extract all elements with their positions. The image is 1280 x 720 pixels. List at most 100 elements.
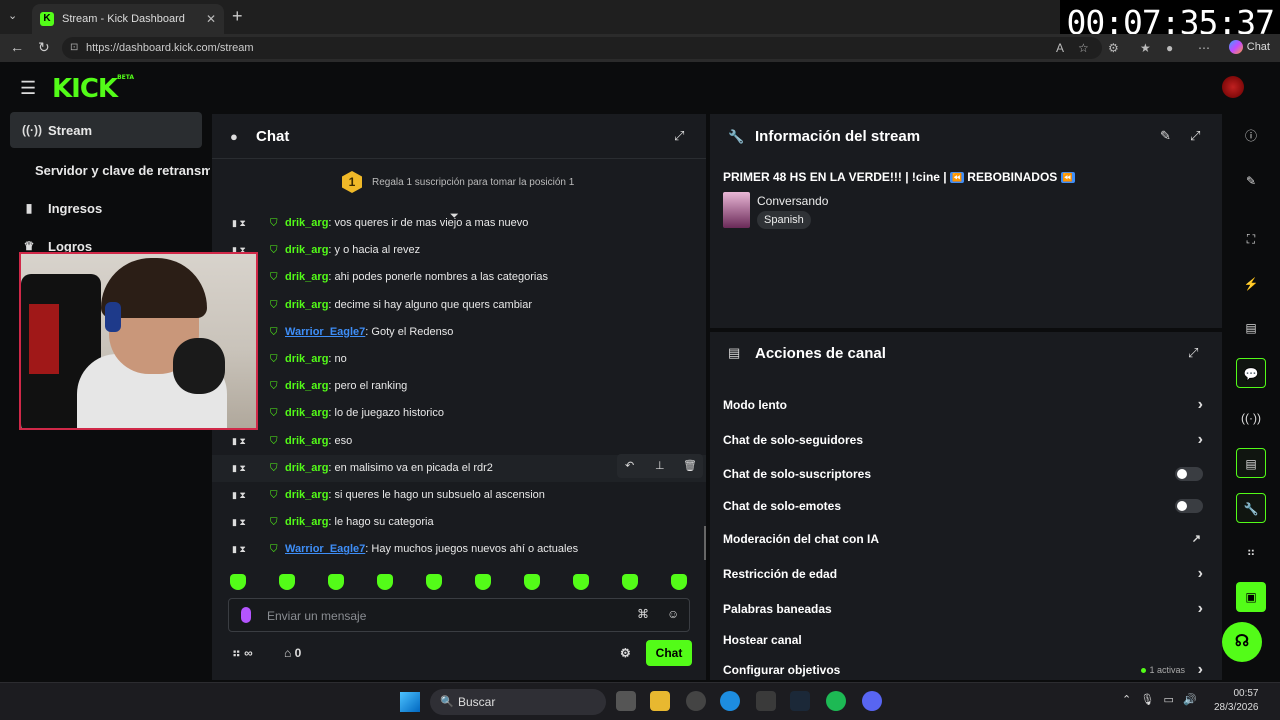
chat-username[interactable]: drik_arg: [285, 516, 328, 528]
trash-icon[interactable]: 🗑: [683, 459, 697, 472]
system-tray[interactable]: ⌃ 🎙 ▭ 🔊: [1122, 693, 1197, 706]
edit-icon[interactable]: ✎: [1236, 166, 1266, 196]
spotify-icon[interactable]: [826, 691, 846, 711]
chat-username[interactable]: Warrior_Eagle7: [285, 326, 365, 338]
chat-scrollbar[interactable]: [704, 526, 706, 560]
chat-username[interactable]: drik_arg: [285, 380, 328, 392]
emote-icon[interactable]: [622, 574, 638, 590]
sidebar-item-ingresos[interactable]: ▮ Ingresos: [10, 190, 202, 226]
broadcast-icon[interactable]: ((·)): [1236, 403, 1266, 433]
emote-icon[interactable]: [230, 574, 246, 590]
chat-username[interactable]: drik_arg: [285, 353, 328, 365]
emote-icon[interactable]: [524, 574, 540, 590]
moderation-tools-icon[interactable]: ▮ ⧗: [232, 536, 246, 563]
chat-username[interactable]: drik_arg: [285, 407, 328, 419]
toggle-switch[interactable]: [1175, 499, 1203, 513]
chat-message[interactable]: ▮ ⧗⛉drik_arg: pero el ranking: [212, 373, 706, 400]
chat-username[interactable]: Warrior_Eagle7: [285, 543, 365, 555]
copilot-chat-button[interactable]: Chat: [1228, 40, 1270, 54]
popout-icon[interactable]: ⤢: [1188, 345, 1198, 361]
sidebar-item-server-key[interactable]: Servidor y clave de retransm: [22, 152, 210, 188]
chat-message[interactable]: ▮ ⧗⛉drik_arg: lo de juegazo historico: [212, 400, 706, 427]
tab-close-icon[interactable]: ✕: [206, 12, 216, 26]
reload-icon[interactable]: ↻: [38, 39, 50, 56]
favorites-icon[interactable]: ★: [1140, 41, 1151, 55]
chat-username[interactable]: drik_arg: [285, 489, 328, 501]
analytics-icon[interactable]: ↗: [1192, 524, 1201, 554]
menu-icon[interactable]: ☰: [20, 78, 36, 99]
steam-icon[interactable]: [790, 691, 810, 711]
chat-username[interactable]: drik_arg: [285, 299, 328, 311]
app-icon[interactable]: [756, 691, 776, 711]
chat-message[interactable]: ▮ ⧗ ⛉ drik_arg: le hago su categoria: [212, 509, 706, 536]
chat-message[interactable]: ▮ ⧗ ⛉ drik_arg: vos queres ir de mas viejo…: [212, 210, 706, 237]
moderation-tools-icon[interactable]: ▮ ⧗: [232, 428, 246, 455]
moderation-tools-icon[interactable]: ▮ ⧗: [232, 210, 246, 237]
undo-icon[interactable]: ↶: [625, 459, 634, 472]
chat-message[interactable]: ▮ ⧗⛉drik_arg: no: [212, 346, 706, 373]
chat-message[interactable]: ▮ ⧗⛉Warrior_Eagle7: Goty el Redenso: [212, 319, 706, 346]
read-aloud-icon[interactable]: A: [1056, 41, 1064, 55]
channel-action-item[interactable]: Modo lento ›: [723, 390, 1213, 420]
viewers-indicator[interactable]: ⠶ ∞: [232, 646, 253, 660]
popout-icon[interactable]: ⤢: [674, 128, 684, 144]
moderation-tools-icon[interactable]: ▮ ⧗: [232, 509, 246, 536]
send-chat-button[interactable]: Chat: [646, 640, 692, 666]
favorite-star-icon[interactable]: ☆: [1078, 41, 1089, 55]
mic-icon[interactable]: [241, 607, 251, 623]
extensions-icon[interactable]: ⚙: [1108, 41, 1119, 55]
channel-action-item[interactable]: Hostear canal: [723, 625, 1213, 655]
chat-username[interactable]: drik_arg: [285, 435, 328, 447]
obs-icon[interactable]: [686, 691, 706, 711]
emote-icon[interactable]: [475, 574, 491, 590]
discord-icon[interactable]: [862, 691, 882, 711]
chat-message[interactable]: ▮ ⧗ ⛉ Warrior_Eagle7: Hay muchos juegos nu…: [212, 536, 706, 563]
moderation-tools-icon[interactable]: ▮ ⧗: [232, 455, 246, 482]
user-avatar[interactable]: [1222, 76, 1244, 98]
emote-icon[interactable]: [573, 574, 589, 590]
edit-pencil-icon[interactable]: ✎: [1160, 128, 1171, 144]
lightning-icon[interactable]: ⚡: [1236, 269, 1266, 299]
chat-message[interactable]: ▮ ⧗ ⛉ drik_arg: y o hacia al revez: [212, 237, 706, 264]
browser-tab[interactable]: K Stream - Kick Dashboard ✕: [32, 4, 224, 34]
profile-icon[interactable]: ●: [1166, 41, 1173, 55]
moderation-tools-icon[interactable]: ▮ ⧗: [232, 482, 246, 509]
sidebar-item-stream[interactable]: ((·)) Stream: [10, 112, 202, 148]
chat-username[interactable]: drik_arg: [285, 271, 328, 283]
task-view-icon[interactable]: [616, 691, 636, 711]
file-explorer-icon[interactable]: [650, 691, 670, 711]
emote-icon[interactable]: [426, 574, 442, 590]
chat-message[interactable]: ▮ ⧗⛉drik_arg: ahi podes ponerle nombres …: [212, 264, 706, 291]
chat-username[interactable]: drik_arg: [285, 217, 328, 229]
popout-icon[interactable]: ⤢: [1190, 128, 1200, 144]
emote-icon[interactable]: [671, 574, 687, 590]
shortcut-icon[interactable]: ⌘: [637, 607, 649, 621]
kick-logo[interactable]: KICKBETA: [52, 74, 134, 104]
settings-gear-icon[interactable]: ⚙: [620, 646, 631, 660]
toggle-switch[interactable]: [1175, 467, 1203, 481]
url-field[interactable]: ⊡ https://dashboard.kick.com/stream: [62, 37, 1102, 59]
actions-toggle-icon[interactable]: ▤: [1236, 448, 1266, 478]
channel-action-item[interactable]: Chat de solo-suscriptores: [723, 459, 1213, 489]
pin-icon[interactable]: ⊥: [655, 459, 665, 472]
emote-icon[interactable]: [377, 574, 393, 590]
channel-action-item[interactable]: Moderación del chat con IA ↗: [723, 524, 1213, 554]
clip-icon[interactable]: ▣: [1236, 582, 1266, 612]
emote-icon[interactable]: [328, 574, 344, 590]
edge-icon[interactable]: [720, 691, 740, 711]
channel-action-item[interactable]: Chat de solo-emotes: [723, 491, 1213, 521]
chat-message[interactable]: ▮ ⧗⛉drik_arg: decime si hay alguno que q…: [212, 292, 706, 319]
site-info-icon[interactable]: ⊡: [70, 37, 78, 59]
taskbar-search[interactable]: 🔍 Buscar: [430, 689, 606, 715]
emoji-icon[interactable]: ☺: [667, 607, 679, 621]
community-icon[interactable]: ⠶: [1236, 537, 1266, 567]
info-icon[interactable]: ⓘ: [1236, 121, 1266, 151]
chat-username[interactable]: drik_arg: [285, 244, 328, 256]
fullscreen-icon[interactable]: ⛶: [1236, 224, 1266, 254]
system-clock[interactable]: 00:57 28/3/2026: [1214, 687, 1259, 715]
channel-action-item[interactable]: Chat de solo-seguidores ›: [723, 425, 1213, 455]
chat-message-input[interactable]: [267, 605, 627, 627]
support-headset-icon[interactable]: ☊: [1222, 622, 1262, 662]
tab-list-chevron-icon[interactable]: ⌄: [8, 9, 17, 22]
chat-username[interactable]: drik_arg: [285, 462, 328, 474]
